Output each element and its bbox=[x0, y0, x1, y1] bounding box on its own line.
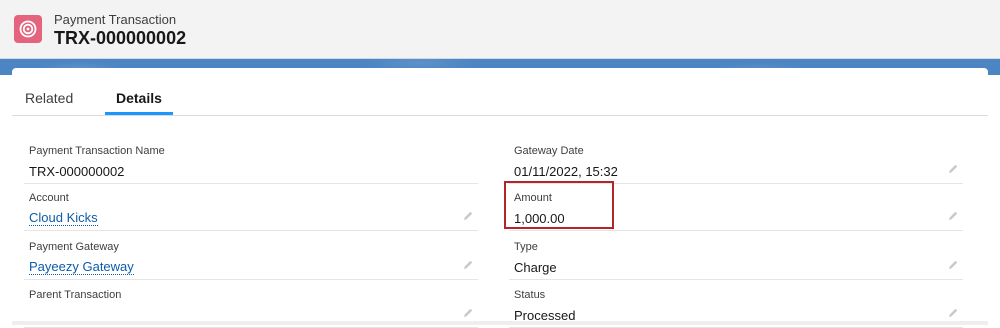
record-header: Payment Transaction TRX-000000002 bbox=[0, 0, 1000, 59]
field-label: Parent Transaction bbox=[29, 289, 122, 301]
pencil-icon[interactable] bbox=[947, 259, 959, 271]
field-type: Type Charge bbox=[509, 233, 963, 280]
field-label: Status bbox=[514, 289, 546, 301]
pencil-icon[interactable] bbox=[462, 307, 474, 319]
object-type-label: Payment Transaction bbox=[54, 12, 177, 27]
pencil-icon[interactable] bbox=[947, 307, 959, 319]
field-gateway-date: Gateway Date 01/11/2022, 15:32 bbox=[509, 137, 963, 184]
pencil-icon[interactable] bbox=[462, 259, 474, 271]
field-value: 01/11/2022, 15:32 bbox=[514, 164, 618, 179]
field-label: Gateway Date bbox=[514, 145, 584, 157]
field-account: Account Cloud Kicks bbox=[24, 184, 478, 231]
field-value: 1,000.00 bbox=[514, 211, 565, 226]
payment-gateway-link[interactable]: Payeezy Gateway bbox=[29, 260, 134, 275]
tab-related[interactable]: Related bbox=[25, 90, 73, 106]
field-label: Amount bbox=[514, 192, 552, 204]
field-payment-gateway: Payment Gateway Payeezy Gateway bbox=[24, 233, 478, 280]
record-name: TRX-000000002 bbox=[54, 28, 187, 48]
field-label: Account bbox=[29, 192, 69, 204]
details-card: Related Details Payment Transaction Name… bbox=[12, 68, 988, 328]
pencil-icon[interactable] bbox=[947, 210, 959, 222]
field-value: Charge bbox=[514, 260, 557, 275]
field-payment-transaction-name: Payment Transaction Name TRX-000000002 bbox=[24, 137, 478, 184]
field-label: Type bbox=[514, 241, 538, 253]
payment-transaction-icon bbox=[14, 15, 42, 43]
tab-bar: Related Details bbox=[12, 68, 988, 116]
card-bottom-edge bbox=[12, 321, 988, 325]
field-label: Payment Transaction Name bbox=[29, 145, 165, 157]
field-label: Payment Gateway bbox=[29, 241, 119, 253]
field-amount: Amount 1,000.00 bbox=[509, 184, 963, 231]
tab-details[interactable]: Details bbox=[116, 90, 162, 106]
field-value: TRX-000000002 bbox=[29, 164, 125, 179]
pencil-icon[interactable] bbox=[947, 163, 959, 175]
account-link[interactable]: Cloud Kicks bbox=[29, 211, 98, 226]
pencil-icon[interactable] bbox=[462, 210, 474, 222]
active-tab-indicator bbox=[105, 112, 173, 115]
